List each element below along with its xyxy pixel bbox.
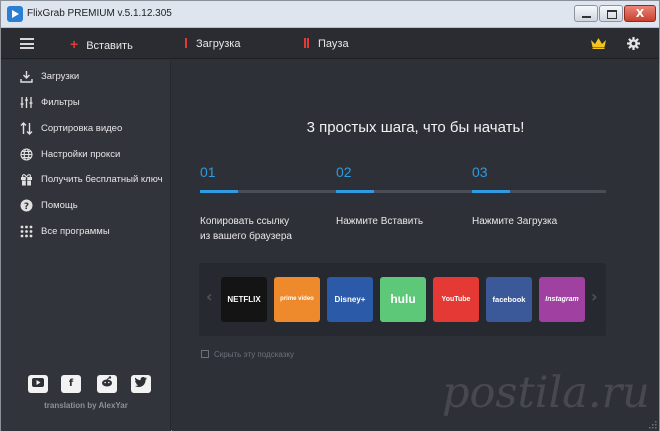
step-text-line: Копировать ссылку — [200, 216, 290, 227]
window-title: FlixGrab PREMIUM v.5.1.12.305 — [27, 8, 172, 19]
hide-hint-checkbox[interactable]: Скрыть эту подсказку — [201, 350, 294, 359]
globe-icon — [20, 148, 33, 161]
sidebar-item-all-programs[interactable]: Все программы — [1, 222, 171, 242]
crown-icon[interactable] — [591, 38, 606, 49]
steps-track — [200, 190, 606, 193]
step-number: 03 — [472, 164, 488, 180]
sidebar-item-label: Загрузки — [41, 71, 80, 82]
service-tile-netflix[interactable]: NETFLIX — [221, 277, 267, 322]
step-number: 02 — [336, 164, 352, 180]
sidebar-item-free-key[interactable]: Получить бесплатный ключ — [1, 170, 171, 190]
step-description: Копировать ссылку из вашего браузера — [200, 214, 292, 244]
sidebar: Загрузки Фильтры Сортировка видео Настро… — [1, 60, 171, 431]
reddit-icon — [102, 376, 112, 387]
pause-button[interactable]: Пауза — [304, 29, 349, 59]
checkbox-icon — [201, 350, 209, 358]
twitter-button[interactable] — [131, 375, 151, 393]
watermark: postila.ru — [442, 368, 650, 418]
twitter-icon — [135, 377, 147, 387]
sidebar-item-label: Фильтры — [41, 97, 80, 108]
service-tile-facebook[interactable]: facebook — [486, 277, 532, 322]
title-bar[interactable]: FlixGrab PREMIUM v.5.1.12.305 X — [1, 1, 659, 28]
minimize-button[interactable] — [574, 5, 598, 22]
sidebar-item-label: Помощь — [41, 200, 78, 211]
step-progress-bar — [336, 190, 374, 193]
hide-hint-label: Скрыть эту подсказку — [214, 350, 294, 359]
sidebar-item-label: Настройки прокси — [41, 149, 121, 160]
pause-label: Пауза — [318, 38, 349, 50]
paste-button[interactable]: + Вставить — [70, 29, 133, 59]
step-description: Нажмите Вставить — [336, 214, 423, 229]
app-window: FlixGrab PREMIUM v.5.1.12.305 X + Вставит… — [0, 0, 660, 431]
service-tile-youtube[interactable]: YouTube — [433, 277, 479, 322]
pause-icon — [304, 38, 309, 48]
facebook-icon: f — [68, 378, 74, 389]
translation-credit: translation by AlexYar — [44, 401, 128, 410]
step-text-line: Нажмите Загрузка — [472, 216, 558, 227]
paste-label: Вставить — [86, 40, 133, 52]
page-title: 3 простых шага, что бы начать! — [306, 119, 525, 136]
sidebar-item-label: Все программы — [41, 226, 110, 237]
services-carousel: ‹ NETFLIX prime video Disney+ hulu YouTu… — [199, 263, 606, 336]
sidebar-item-proxy[interactable]: Настройки прокси — [1, 145, 171, 165]
youtube-icon — [32, 378, 44, 387]
youtube-button[interactable] — [28, 375, 48, 393]
step-text-line: из вашего браузера — [200, 231, 292, 242]
sidebar-item-label: Получить бесплатный ключ — [41, 174, 163, 185]
hamburger-menu-icon[interactable] — [20, 38, 34, 49]
download-bar-icon — [185, 38, 187, 48]
sort-icon — [20, 122, 33, 135]
service-tile-prime-video[interactable]: prime video — [274, 277, 320, 322]
download-button[interactable]: Загрузка — [185, 29, 240, 59]
maximize-button[interactable] — [599, 5, 623, 22]
svg-text:?: ? — [24, 202, 29, 212]
step-number: 01 — [200, 164, 216, 180]
toolbar: + Вставить Загрузка Пауза — [1, 29, 659, 59]
grid-icon — [20, 225, 33, 238]
sidebar-item-downloads[interactable]: Загрузки — [1, 67, 171, 87]
step-progress-bar — [200, 190, 238, 193]
sidebar-item-help[interactable]: ? Помощь — [1, 196, 171, 216]
service-tile-instagram[interactable]: Instagram — [539, 277, 585, 322]
service-tile-hulu[interactable]: hulu — [380, 277, 426, 322]
service-tile-disney-plus[interactable]: Disney+ — [327, 277, 373, 322]
filter-sliders-icon — [20, 97, 33, 108]
facebook-button[interactable]: f — [61, 375, 81, 393]
step-description: Нажмите Загрузка — [472, 214, 557, 229]
reddit-button[interactable] — [97, 375, 117, 393]
resize-grip-icon[interactable] — [647, 419, 657, 429]
sidebar-item-sort[interactable]: Сортировка видео — [1, 119, 171, 139]
close-icon: X — [635, 7, 645, 20]
download-label: Загрузка — [196, 38, 241, 50]
help-icon: ? — [20, 199, 33, 212]
app-logo-icon — [7, 6, 23, 22]
sidebar-item-label: Сортировка видео — [41, 123, 123, 134]
carousel-next-arrow-icon[interactable]: › — [591, 287, 598, 306]
sidebar-item-filters[interactable]: Фильтры — [1, 93, 171, 113]
plus-icon: + — [70, 36, 79, 52]
close-button[interactable]: X — [624, 5, 656, 22]
carousel-prev-arrow-icon[interactable]: ‹ — [206, 287, 213, 306]
download-icon — [20, 71, 33, 83]
gift-icon — [21, 174, 32, 186]
gear-icon[interactable] — [627, 37, 640, 50]
step-progress-bar — [472, 190, 510, 193]
step-text-line: Нажмите Вставить — [336, 216, 424, 227]
